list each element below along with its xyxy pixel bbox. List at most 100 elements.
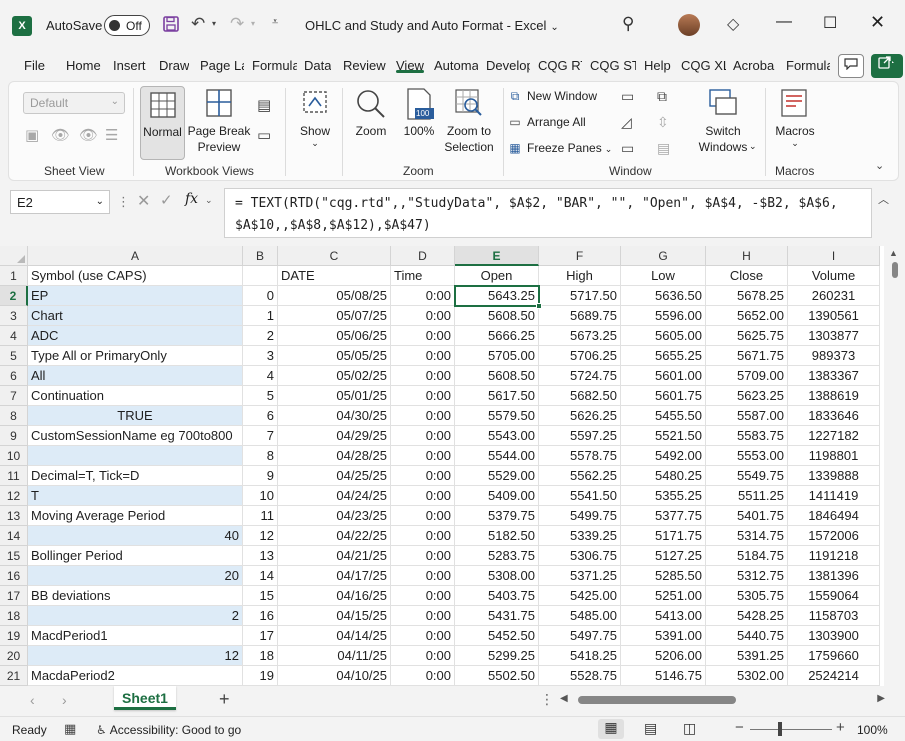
collapse-formula-bar-icon[interactable]: ︿ (878, 191, 889, 207)
cell-a18[interactable]: 2 (28, 606, 243, 626)
cell-g8[interactable]: 5455.50 (621, 406, 706, 426)
zoom-slider[interactable] (750, 729, 832, 730)
row-header[interactable]: 4 (0, 326, 28, 346)
cell-g12[interactable]: 5355.25 (621, 486, 706, 506)
cell-i3[interactable]: 1390561 (788, 306, 880, 326)
cell-f14[interactable]: 5339.25 (539, 526, 621, 546)
vertical-scroll-thumb[interactable] (892, 262, 898, 278)
cell-g11[interactable]: 5480.25 (621, 466, 706, 486)
cell-h10[interactable]: 5553.00 (706, 446, 788, 466)
reset-window-position-icon[interactable]: ▤ (657, 140, 670, 157)
cell-d20[interactable]: 0:00 (391, 646, 455, 666)
cell-c19[interactable]: 04/14/25 (278, 626, 391, 646)
column-header-c[interactable]: C (278, 246, 391, 266)
cell-e9[interactable]: 5543.00 (455, 426, 539, 446)
tab-file[interactable]: File (24, 58, 45, 73)
cell-d1[interactable]: Time (391, 266, 455, 286)
tab-formulas[interactable]: Formula (252, 58, 297, 73)
cell-f13[interactable]: 5499.75 (539, 506, 621, 526)
cell-e14[interactable]: 5182.50 (455, 526, 539, 546)
cell-e1[interactable]: Open (455, 266, 539, 286)
cell-h14[interactable]: 5314.75 (706, 526, 788, 546)
cell-g6[interactable]: 5601.00 (621, 366, 706, 386)
cell-g20[interactable]: 5206.00 (621, 646, 706, 666)
normal-view-status-icon[interactable]: ▦ (598, 719, 624, 739)
cell-c18[interactable]: 04/15/25 (278, 606, 391, 626)
cell-b5[interactable]: 3 (243, 346, 278, 366)
cell-i4[interactable]: 1303877 (788, 326, 880, 346)
arrange-all-button[interactable]: ▭ Arrange All (507, 115, 585, 129)
tab-view[interactable]: View (396, 58, 424, 73)
custom-views-icon[interactable]: ▭ (257, 126, 271, 144)
cell-g15[interactable]: 5127.25 (621, 546, 706, 566)
cell-e6[interactable]: 5608.50 (455, 366, 539, 386)
cell-e3[interactable]: 5608.50 (455, 306, 539, 326)
row-header[interactable]: 21 (0, 666, 28, 686)
cell-e15[interactable]: 5283.75 (455, 546, 539, 566)
cell-b12[interactable]: 10 (243, 486, 278, 506)
cell-g5[interactable]: 5655.25 (621, 346, 706, 366)
row-header[interactable]: 1 (0, 266, 28, 286)
cell-d18[interactable]: 0:00 (391, 606, 455, 626)
cell-i10[interactable]: 1198801 (788, 446, 880, 466)
row-header[interactable]: 12 (0, 486, 28, 506)
cell-i2[interactable]: 260231 (788, 286, 880, 306)
cell-h3[interactable]: 5652.00 (706, 306, 788, 326)
freeze-panes-button[interactable]: ▦ Freeze Panes ⌄ (507, 141, 612, 155)
page-break-status-icon[interactable]: ◫ (683, 720, 696, 737)
cell-f15[interactable]: 5306.75 (539, 546, 621, 566)
synchronous-scrolling-icon[interactable]: ⇳ (657, 114, 669, 131)
cell-a4[interactable]: ADC (28, 326, 243, 346)
cell-h9[interactable]: 5583.75 (706, 426, 788, 446)
cell-e12[interactable]: 5409.00 (455, 486, 539, 506)
cell-d12[interactable]: 0:00 (391, 486, 455, 506)
cell-a16[interactable]: 20 (28, 566, 243, 586)
cell-d16[interactable]: 0:00 (391, 566, 455, 586)
cell-f1[interactable]: High (539, 266, 621, 286)
share-button[interactable] (871, 54, 903, 78)
cell-c9[interactable]: 04/29/25 (278, 426, 391, 446)
cell-d21[interactable]: 0:00 (391, 666, 455, 686)
cell-h5[interactable]: 5671.75 (706, 346, 788, 366)
cell-a10[interactable] (28, 446, 243, 466)
cell-h15[interactable]: 5184.75 (706, 546, 788, 566)
cell-a3[interactable]: Chart (28, 306, 243, 326)
cell-h2[interactable]: 5678.25 (706, 286, 788, 306)
save-icon[interactable] (163, 16, 179, 36)
enter-icon[interactable]: ✓ (160, 191, 173, 209)
row-header[interactable]: 15 (0, 546, 28, 566)
cell-g1[interactable]: Low (621, 266, 706, 286)
cell-f2[interactable]: 5717.50 (539, 286, 621, 306)
cell-e2[interactable]: 5643.25 (455, 286, 539, 306)
cell-a12[interactable]: T (28, 486, 243, 506)
cell-f10[interactable]: 5578.75 (539, 446, 621, 466)
cell-i18[interactable]: 1158703 (788, 606, 880, 626)
cell-h13[interactable]: 5401.75 (706, 506, 788, 526)
cell-g9[interactable]: 5521.50 (621, 426, 706, 446)
page-break-preview-button[interactable]: Page Break Preview (187, 86, 251, 160)
avatar[interactable] (678, 14, 700, 36)
autosave-toggle[interactable]: Off (104, 15, 150, 36)
new-view-icon[interactable]: 👁 (79, 126, 98, 144)
select-all-corner[interactable] (0, 246, 28, 266)
cell-b13[interactable]: 11 (243, 506, 278, 526)
column-header-g[interactable]: G (621, 246, 706, 266)
cell-e19[interactable]: 5452.50 (455, 626, 539, 646)
cell-b14[interactable]: 12 (243, 526, 278, 546)
hide-window-icon[interactable]: ◿ (621, 114, 632, 131)
row-header[interactable]: 18 (0, 606, 28, 626)
cell-e17[interactable]: 5403.75 (455, 586, 539, 606)
cell-g3[interactable]: 5596.00 (621, 306, 706, 326)
tab-data[interactable]: Data (304, 58, 331, 73)
cell-g10[interactable]: 5492.00 (621, 446, 706, 466)
cell-g18[interactable]: 5413.00 (621, 606, 706, 626)
cell-g21[interactable]: 5146.75 (621, 666, 706, 686)
cell-a5[interactable]: Type All or PrimaryOnly (28, 346, 243, 366)
cell-c12[interactable]: 04/24/25 (278, 486, 391, 506)
cell-b9[interactable]: 7 (243, 426, 278, 446)
scroll-right-icon[interactable]: ▶ (877, 693, 885, 704)
row-header[interactable]: 13 (0, 506, 28, 526)
cell-i9[interactable]: 1227182 (788, 426, 880, 446)
zoom-button[interactable]: Zoom (349, 86, 393, 160)
collapse-ribbon-icon[interactable]: ⌄ (875, 159, 884, 172)
